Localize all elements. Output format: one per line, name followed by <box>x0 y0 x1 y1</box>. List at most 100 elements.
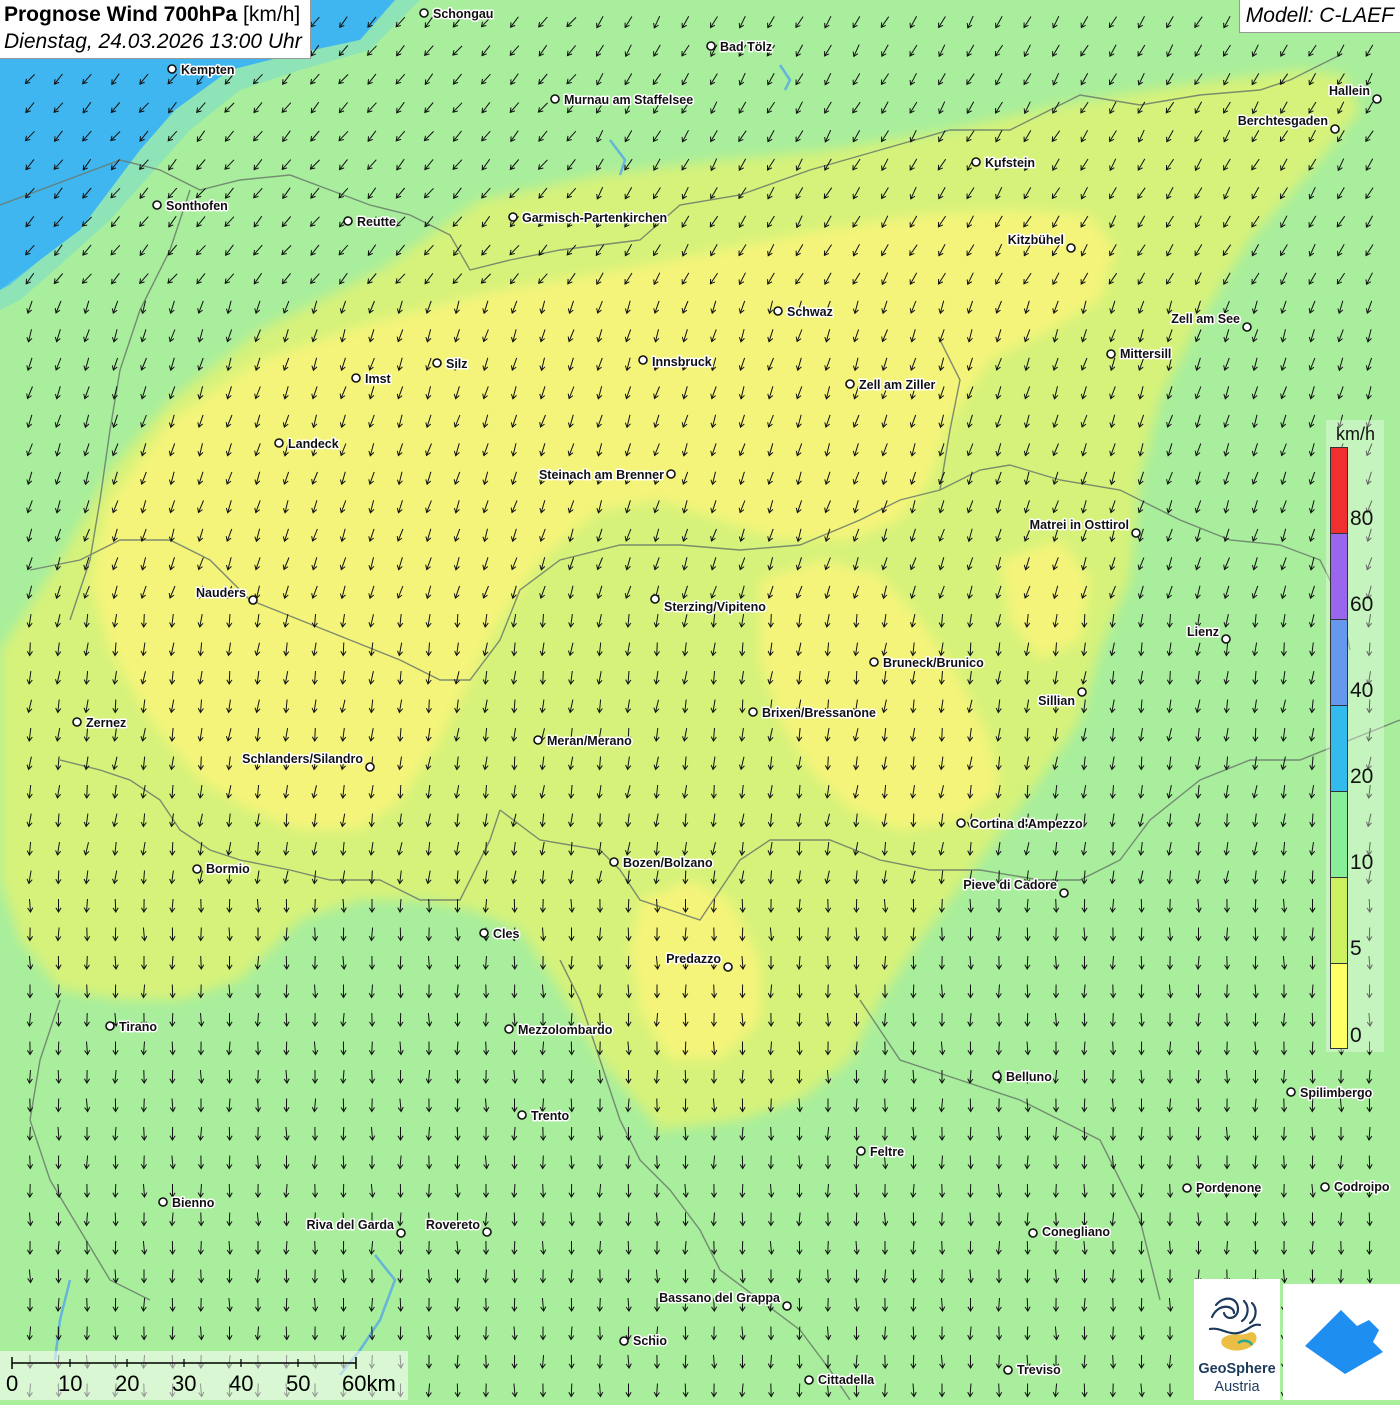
city-label: Sillian <box>1038 694 1075 708</box>
city-marker <box>517 1110 527 1120</box>
city-marker <box>804 1375 814 1385</box>
city-label: Tirano <box>119 1020 157 1034</box>
city-label: Bruneck/Brunico <box>883 656 984 670</box>
city-marker <box>869 657 879 667</box>
city-label: Cittadella <box>818 1373 875 1387</box>
city-label: Schio <box>633 1334 667 1348</box>
city-marker <box>351 373 361 383</box>
city-label: Imst <box>365 372 392 386</box>
wind-app-icon <box>1305 1310 1383 1374</box>
city-marker <box>72 717 82 727</box>
city-marker <box>1003 1365 1013 1375</box>
city-label: Sterzing/Vipiteno <box>664 600 766 614</box>
city-marker <box>1182 1183 1192 1193</box>
city-marker <box>192 864 202 874</box>
city-label: Sonthofen <box>166 199 228 213</box>
legend-tick-60: 60 <box>1350 593 1374 616</box>
city-label: Cortina d'Ampezzo <box>970 817 1083 831</box>
city-label: Lienz <box>1187 625 1219 639</box>
city-label: Garmisch-Partenkirchen <box>522 211 667 225</box>
legend-tick-5: 5 <box>1350 937 1362 960</box>
color-legend: km/h 80 60 40 20 10 5 0 <box>1326 420 1384 1052</box>
city-label: Schwaz <box>787 305 833 319</box>
legend-segment-40-60 <box>1331 620 1347 706</box>
city-marker <box>619 1336 629 1346</box>
city-marker <box>650 594 660 604</box>
wind-map: Schongau Bad Tölz Kempten Murnau am Staffel… <box>0 0 1400 1400</box>
scale-label-30: 30 <box>172 1371 197 1396</box>
city-label: Pieve di Cadore <box>963 878 1057 892</box>
city-label: Meran/Merano <box>547 734 632 748</box>
city-marker <box>1059 888 1069 898</box>
city-label: Hallein <box>1329 84 1370 98</box>
city-marker <box>1330 124 1340 134</box>
city-marker <box>845 379 855 389</box>
city-label: Treviso <box>1017 1363 1061 1377</box>
city-label: Murnau am Staffelsee <box>564 93 693 107</box>
map-title-main: Prognose Wind 700hPa <box>4 3 238 26</box>
city-label: Zell am See <box>1171 312 1240 326</box>
city-marker <box>609 857 619 867</box>
city-marker <box>1372 94 1382 104</box>
city-label: Feltre <box>870 1145 904 1159</box>
city-label: Kempten <box>181 63 234 77</box>
geosphere-subtitle: Austria <box>1214 1379 1260 1395</box>
city-marker <box>432 358 442 368</box>
city-marker <box>274 438 284 448</box>
city-marker <box>248 595 258 605</box>
city-marker <box>167 64 177 74</box>
app-logo[interactable] <box>1283 1284 1400 1400</box>
city-label: Schongau <box>433 7 493 21</box>
city-label: Trento <box>531 1109 570 1123</box>
title-box: Prognose Wind 700hPa [km/h] Dienstag, 24… <box>0 0 311 59</box>
city-marker <box>550 94 560 104</box>
city-marker <box>1131 528 1141 538</box>
city-label: Riva del Garda <box>306 1218 395 1232</box>
geosphere-emblem-icon <box>1208 1297 1262 1351</box>
city-marker <box>856 1146 866 1156</box>
scale-label-0: 0 <box>6 1371 19 1396</box>
forecast-datetime: Dienstag, 24.03.2026 13:00 Uhr <box>4 30 302 53</box>
city-marker <box>992 1071 1002 1081</box>
scale-label-50: 50 <box>286 1371 311 1396</box>
city-marker <box>419 8 429 18</box>
city-label: Spilimbergo <box>1300 1086 1373 1100</box>
city-marker <box>1221 634 1231 644</box>
city-marker <box>666 469 676 479</box>
scale-label-10: 10 <box>58 1371 83 1396</box>
city-marker <box>158 1197 168 1207</box>
model-label: Modell: C-LAEF <box>1238 0 1400 33</box>
city-marker <box>105 1021 115 1031</box>
legend-segment-0-5 <box>1331 964 1347 1048</box>
city-label: Mittersill <box>1120 347 1171 361</box>
legend-segment-80plus <box>1331 448 1347 534</box>
city-label: Bormio <box>206 862 250 876</box>
map-title-unit: [km/h] <box>243 3 301 26</box>
city-marker <box>956 818 966 828</box>
geosphere-logo[interactable]: GeoSphere Austria <box>1194 1279 1280 1400</box>
city-marker <box>396 1228 406 1238</box>
city-marker <box>504 1024 514 1034</box>
city-marker <box>782 1301 792 1311</box>
legend-tick-20: 20 <box>1350 765 1374 788</box>
legend-unit: km/h <box>1336 424 1376 444</box>
city-label: Cles <box>493 927 519 941</box>
city-marker <box>723 962 733 972</box>
legend-segment-10-20 <box>1331 792 1347 878</box>
city-label: Mezzolombardo <box>518 1023 613 1037</box>
city-marker <box>1077 687 1087 697</box>
city-label: Rovereto <box>426 1218 481 1232</box>
city-label: Steinach am Brenner <box>539 468 664 482</box>
city-label: Schlanders/Silandro <box>242 752 363 766</box>
scale-label-60km: 60km <box>342 1371 396 1396</box>
scale-bar: 0 10 20 30 40 50 60km <box>0 1351 408 1400</box>
city-marker <box>343 216 353 226</box>
city-marker <box>1028 1228 1038 1238</box>
city-label: Codroipo <box>1334 1180 1390 1194</box>
scale-label-40: 40 <box>229 1371 254 1396</box>
city-marker <box>482 1227 492 1237</box>
city-label: Zernez <box>86 716 126 730</box>
city-label: Predazzo <box>666 952 721 966</box>
city-label: Berchtesgaden <box>1238 114 1328 128</box>
legend-segment-60-80 <box>1331 534 1347 620</box>
